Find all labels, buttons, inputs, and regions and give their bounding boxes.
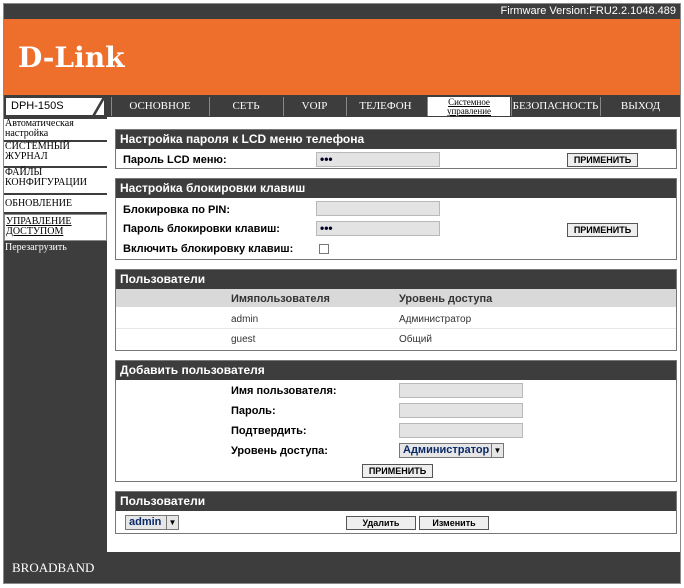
tab-voip[interactable]: VOIP bbox=[283, 97, 345, 116]
keylock-password-label: Пароль блокировки клавиш: bbox=[123, 223, 280, 235]
tab-basic[interactable]: ОСНОВНОЕ bbox=[111, 97, 208, 116]
tab-security[interactable]: БЕЗОПАСНОСТЬ bbox=[511, 97, 599, 116]
section-title: Пользователи bbox=[116, 270, 676, 289]
section-title: Добавить пользователя bbox=[116, 361, 676, 380]
keylock-enable-label: Включить блокировку клавиш: bbox=[123, 243, 294, 255]
dlink-logo: D-Link bbox=[18, 41, 125, 74]
user-row-name: admin bbox=[231, 314, 259, 325]
section-title: Настройка блокировки клавиш bbox=[116, 179, 676, 198]
sidebar-item-access-control[interactable]: УПРАВЛЕНИЕ ДОСТУПОМ bbox=[4, 214, 107, 241]
model-label: DPH-150S bbox=[5, 97, 105, 116]
users-section: Пользователи Имяпользователя Уровень дос… bbox=[115, 269, 677, 351]
new-username-label: Имя пользователя: bbox=[231, 385, 337, 397]
sidebar: Автоматическая настройка СИСТЕМНЫЙ ЖУРНА… bbox=[4, 117, 107, 552]
user-row-level: Администратор bbox=[399, 314, 472, 325]
tab-system-management[interactable]: Системное управление bbox=[427, 97, 510, 116]
confirm-password-label: Подтвердить: bbox=[231, 425, 307, 437]
sidebar-item-config-files[interactable]: ФАЙЛЫ КОНФИГУРАЦИИ bbox=[4, 168, 107, 194]
new-username-input[interactable] bbox=[399, 383, 523, 398]
lcd-password-label: Пароль LCD меню: bbox=[123, 154, 227, 166]
access-level-select[interactable]: Администратор ▼ bbox=[399, 443, 504, 458]
main-content: Настройка пароля к LCD меню телефона Пар… bbox=[112, 117, 680, 552]
tab-network[interactable]: СЕТЬ bbox=[209, 97, 282, 116]
delete-user-button[interactable]: Удалить bbox=[346, 516, 416, 530]
edit-user-button[interactable]: Изменить bbox=[419, 516, 489, 530]
keylock-section: Настройка блокировки клавиш Блокировка п… bbox=[115, 178, 677, 260]
keylock-password-input[interactable]: ••• bbox=[316, 221, 440, 236]
lcd-password-section: Настройка пароля к LCD меню телефона Пар… bbox=[115, 129, 677, 169]
page-frame: Firmware Version:FRU2.2.1048.489 D-Link … bbox=[3, 3, 681, 584]
sidebar-item-update[interactable]: ОБНОВЛЕНИЕ bbox=[4, 195, 107, 213]
column-username: Имяпользователя bbox=[231, 293, 330, 305]
user-select[interactable]: admin ▼ bbox=[125, 515, 179, 530]
section-title: Пользователи bbox=[116, 492, 676, 511]
sidebar-item-system-log[interactable]: СИСТЕМНЫЙ ЖУРНАЛ bbox=[4, 142, 107, 167]
keylock-enable-checkbox[interactable] bbox=[319, 244, 329, 254]
chevron-down-icon: ▼ bbox=[491, 444, 503, 457]
user-select-value: admin bbox=[129, 516, 162, 528]
chevron-down-icon: ▼ bbox=[166, 516, 178, 529]
new-password-label: Пароль: bbox=[231, 405, 276, 417]
add-user-section: Добавить пользователя Имя пользователя: … bbox=[115, 360, 677, 482]
section-title: Настройка пароля к LCD меню телефона bbox=[116, 130, 676, 149]
pin-lock-label: Блокировка по PIN: bbox=[123, 204, 231, 216]
row-divider bbox=[116, 328, 676, 329]
manage-users-section: Пользователи admin ▼ Удалить Изменить bbox=[115, 491, 677, 534]
lcd-password-input[interactable]: ••• bbox=[316, 152, 440, 167]
user-row-level: Общий bbox=[399, 334, 432, 345]
sidebar-item-auto-config[interactable]: Автоматическая настройка bbox=[4, 119, 107, 141]
user-row-name: guest bbox=[231, 334, 256, 345]
access-level-label: Уровень доступа: bbox=[231, 445, 328, 457]
footer-broadband: BROADBAND bbox=[4, 552, 680, 583]
sidebar-item-reboot[interactable]: Перезагрузить bbox=[4, 243, 107, 257]
access-level-value: Администратор bbox=[403, 444, 490, 456]
tab-logout[interactable]: ВЫХОД bbox=[600, 97, 680, 116]
add-user-apply-button[interactable]: ПРИМЕНИТЬ bbox=[362, 464, 433, 478]
confirm-password-input[interactable] bbox=[399, 423, 523, 438]
tab-phone[interactable]: ТЕЛЕФОН bbox=[346, 97, 424, 116]
column-access-level: Уровень доступа bbox=[399, 293, 493, 305]
firmware-bar: Firmware Version:FRU2.2.1048.489 bbox=[4, 4, 680, 19]
pin-lock-input[interactable] bbox=[316, 201, 440, 216]
top-navigation: DPH-150S ОСНОВНОЕ СЕТЬ VOIP ТЕЛЕФОН Сист… bbox=[4, 95, 680, 117]
users-table-header bbox=[116, 289, 676, 307]
lcd-apply-button[interactable]: ПРИМЕНИТЬ bbox=[567, 153, 638, 167]
firmware-version: Firmware Version:FRU2.2.1048.489 bbox=[500, 5, 676, 17]
new-password-input[interactable] bbox=[399, 403, 523, 418]
brand-header: D-Link bbox=[4, 19, 680, 95]
keylock-apply-button[interactable]: ПРИМЕНИТЬ bbox=[567, 223, 638, 237]
